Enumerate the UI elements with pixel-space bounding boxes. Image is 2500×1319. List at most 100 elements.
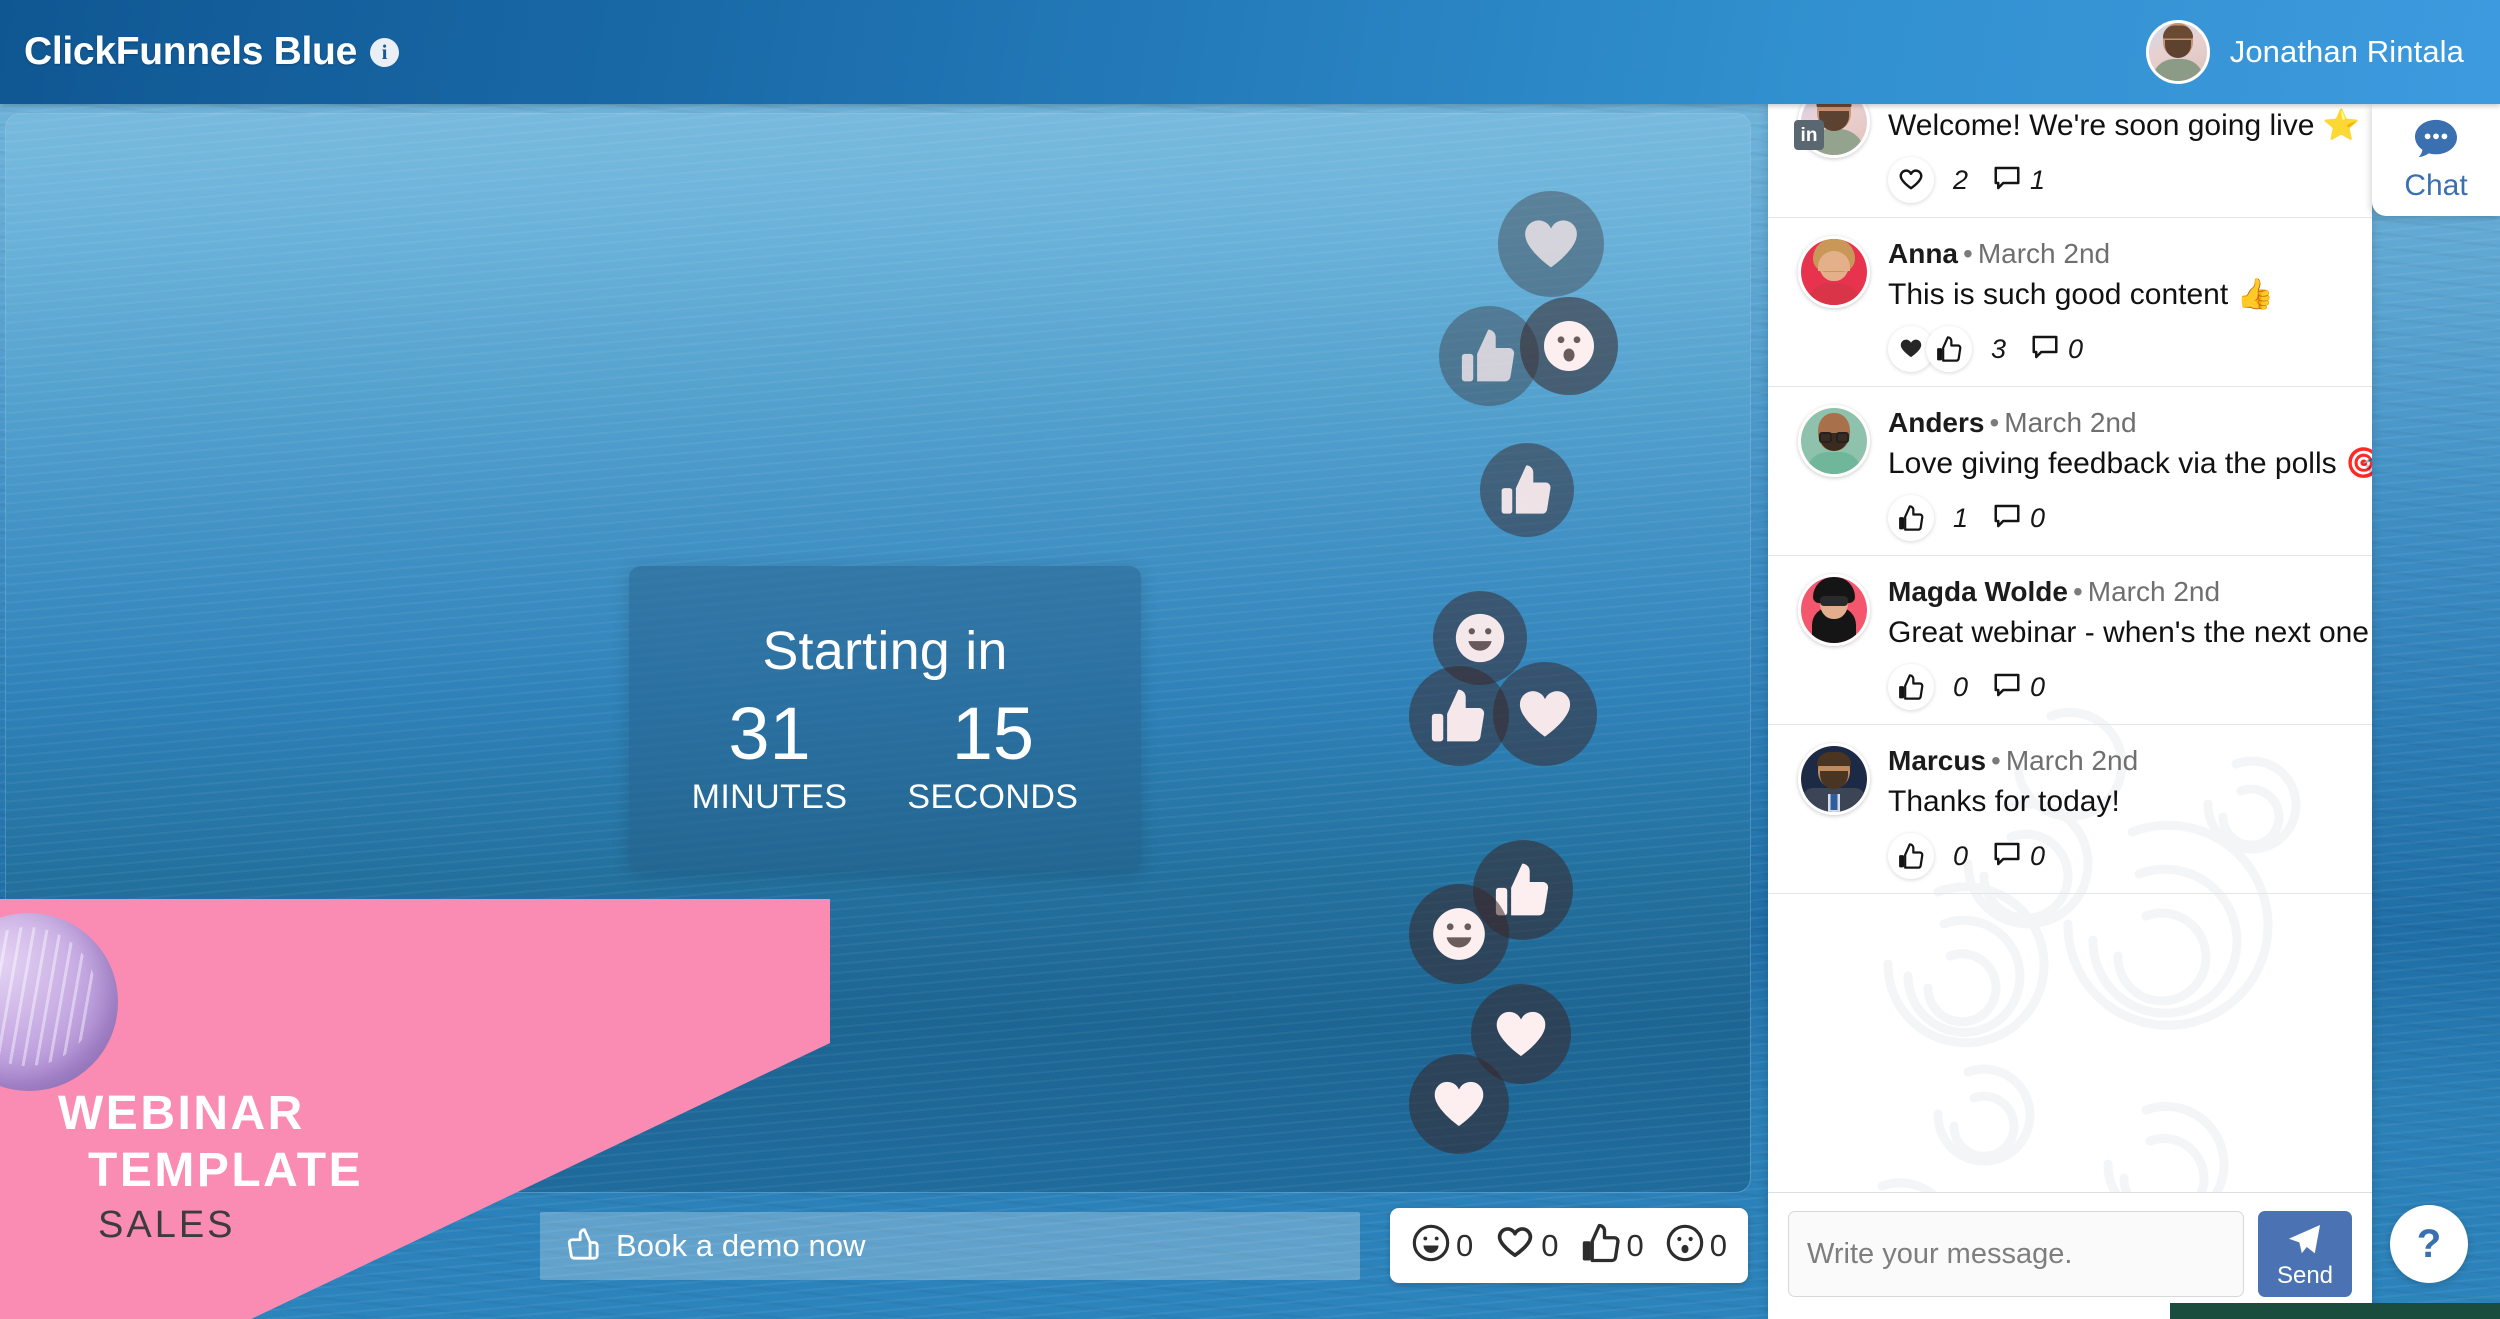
message-author: Anna [1888,238,1958,269]
floating-heart-icon [1497,190,1605,298]
chat-bubble-icon [2413,118,2459,165]
meta-separator: • [1991,745,2001,776]
message-meta: Anna • March 2nd [1888,238,2350,270]
message-like-count: 2 [1953,164,1969,195]
chat-message[interactable]: Anna • March 2nd This is such good content … [1768,218,2372,387]
countdown-seconds-value: 15 [951,692,1035,776]
message-author: Magda Wolde [1888,576,2068,607]
reaction-thumbsup-count: 0 [1626,1227,1644,1263]
book-demo-label: Book a demo now [616,1228,866,1263]
message-like-group[interactable]: 3 [1888,326,2006,372]
message-like-group[interactable]: 0 [1888,833,1968,879]
countdown-timer: Starting in 31 MINUTES 15 SECONDS [629,566,1141,871]
brand: ClickFunnels Blue i [24,30,399,74]
message-input[interactable] [1788,1211,2244,1297]
message-date: March 2nd [2004,407,2137,438]
chat-message[interactable]: Anders • March 2nd Love giving feedback via… [1768,387,2372,556]
help-button[interactable]: ? [2390,1205,2468,1283]
reaction-heart-button[interactable]: 0 [1494,1222,1559,1269]
countdown-seconds: 15 SECONDS [907,696,1078,816]
app-header: ClickFunnels Blue i Jonathan Rintala [0,0,2500,104]
send-label: Send [2276,1261,2334,1289]
reaction-thumbsup-outline-icon[interactable] [1888,664,1934,710]
meta-separator: • [1989,407,2000,438]
message-comment-group[interactable]: 1 [1992,163,2045,198]
chat-message[interactable]: in Welcome! We're soon going live ⭐ 2 1 [1768,104,2372,218]
reaction-bar: 0 0 0 0 [1390,1208,1748,1283]
message-comment-group[interactable]: 0 [2030,332,2083,367]
message-avatar: in [1794,104,1870,158]
reaction-thumbsup-outline-icon[interactable] [1926,326,1972,372]
message-author: Marcus [1888,745,1987,776]
reaction-thumbsup-button[interactable]: 0 [1580,1222,1644,1269]
comment-icon [2030,332,2060,367]
floating-heart-icon [1493,662,1597,766]
message-comment-group[interactable]: 0 [1992,839,2045,874]
message-text: Welcome! We're soon going live ⭐ [1888,109,2361,142]
thumbsup-icon [1580,1222,1622,1269]
message-comment-count: 0 [2030,502,2046,533]
message-like-count: 0 [1953,840,1969,871]
chat-message[interactable]: Magda Wolde • March 2nd Great webinar - whe… [1768,556,2372,725]
message-date: March 2nd [2005,745,2139,776]
countdown-minutes: 31 MINUTES [692,696,848,816]
chat-panel: in Welcome! We're soon going live ⭐ 2 1 Anna… [1768,104,2372,1319]
message-text: This is such good content 👍 [1888,278,2274,311]
floating-heart-icon [1408,1053,1510,1155]
message-comment-count: 0 [2030,671,2046,702]
message-comment-count: 1 [2030,164,2046,195]
reaction-smiley-button[interactable]: 0 [1411,1223,1473,1268]
countdown-minutes-label: MINUTES [691,777,848,816]
reaction-thumbsup-outline-icon[interactable] [1888,833,1934,879]
question-mark-icon: ? [2416,1221,2442,1266]
avatar [2145,20,2210,84]
reaction-wow-count: 0 [1709,1227,1727,1263]
message-body: Marcus • March 2nd Thanks for today! 0 0 [1888,743,2350,879]
reaction-wow-button[interactable]: 0 [1665,1223,1727,1268]
chat-toggle-tab[interactable]: Chat [2372,104,2500,216]
user-menu[interactable]: Jonathan Rintala [2145,20,2464,84]
message-comment-count: 0 [2030,840,2046,871]
message-like-count: 0 [1953,671,1969,702]
message-body: Anna • March 2nd This is such good content … [1888,236,2350,372]
message-comment-count: 0 [2068,333,2084,364]
comment-icon [1992,670,2022,705]
template-line-3: SALES [98,1204,236,1246]
book-demo-button[interactable]: Book a demo now [540,1212,1360,1280]
chat-tab-label: Chat [2404,168,2468,202]
comment-icon [1992,839,2022,874]
message-like-group[interactable]: 2 [1888,157,1968,203]
message-author: Anders [1888,407,1985,438]
message-date: March 2nd [2087,576,2221,607]
send-button[interactable]: Send [2258,1211,2352,1297]
message-meta: Anders • March 2nd [1888,407,2350,439]
message-like-group[interactable]: 0 [1888,664,1968,710]
floating-wow-icon [1520,297,1618,395]
message-actions: 21 [1888,157,2350,203]
thumbs-up-icon [566,1227,600,1266]
heart-icon [1494,1222,1536,1269]
message-actions: 00 [1888,664,2350,710]
message-text: Love giving feedback via the polls 🎯 [1888,447,2372,480]
reaction-thumbsup-outline-icon[interactable] [1888,495,1934,541]
page-title: ClickFunnels Blue [24,30,357,73]
chat-message[interactable]: Marcus • March 2nd Thanks for today! 0 0 [1768,725,2372,894]
message-actions: 00 [1888,833,2350,879]
message-text: Great webinar - when's the next one 👌 [1888,616,2372,649]
info-icon[interactable]: i [369,37,399,67]
reaction-heart-count: 0 [1541,1227,1559,1263]
comment-icon [1992,163,2022,198]
meta-separator: • [1963,238,1973,269]
message-body: Welcome! We're soon going live ⭐ 2 1 [1888,104,2361,203]
message-like-group[interactable]: 1 [1888,495,1968,541]
countdown-seconds-label: SECONDS [907,777,1079,816]
message-comment-group[interactable]: 0 [1992,501,2045,536]
reaction-heart-outline-icon[interactable] [1888,157,1934,203]
message-body: Anders • March 2nd Love giving feedback via… [1888,405,2372,541]
message-comment-group[interactable]: 0 [1992,670,2045,705]
chat-message-list[interactable]: in Welcome! We're soon going live ⭐ 2 1 Anna… [1768,104,2372,1192]
message-like-count: 1 [1953,502,1969,533]
message-actions: 10 [1888,495,2350,541]
smiley-icon [1411,1223,1451,1268]
message-meta: Magda Wolde • March 2nd [1888,576,2350,608]
